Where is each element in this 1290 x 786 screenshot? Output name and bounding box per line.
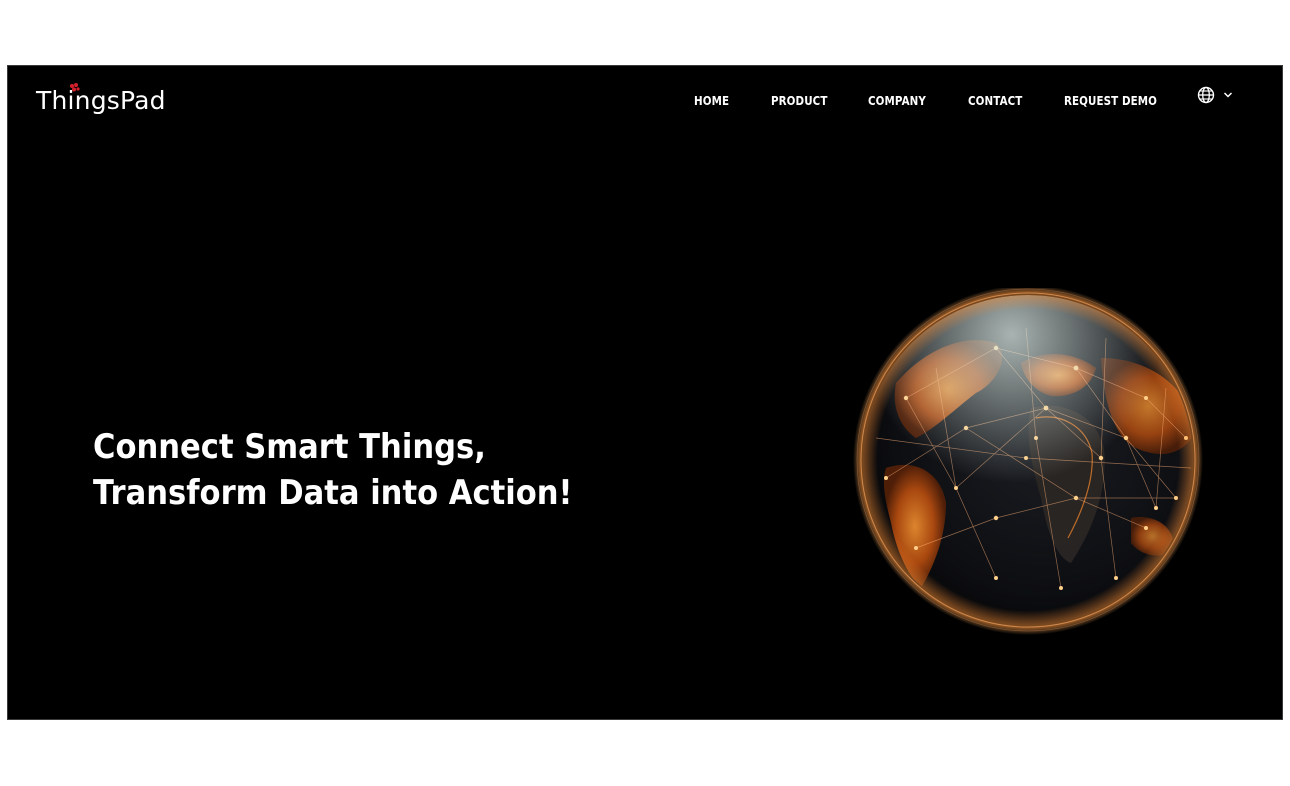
headline-line-1: Connect Smart Things, [93, 427, 486, 467]
logo-hexagon-icon [70, 83, 80, 92]
hero-section: ThingsPad HOME PRODUCT COMPANY CONTACT R… [7, 65, 1283, 720]
nav-home[interactable]: HOME [694, 94, 760, 108]
nav-product[interactable]: PRODUCT [771, 94, 854, 108]
main-nav: HOME PRODUCT COMPANY CONTACT REQUEST DEM… [694, 94, 1174, 108]
network-globe-image [853, 288, 1203, 635]
nav-contact[interactable]: CONTACT [968, 94, 1051, 108]
nav-request-demo[interactable]: REQUEST DEMO [1064, 94, 1159, 108]
globe-icon [1197, 86, 1215, 104]
language-selector[interactable] [1197, 86, 1233, 104]
logo-text: ThingsPad [36, 86, 166, 115]
logo[interactable]: ThingsPad [36, 83, 166, 115]
nav-company[interactable]: COMPANY [868, 94, 954, 108]
hero-headline: Connect Smart Things, Transform Data int… [93, 424, 572, 516]
chevron-down-icon [1223, 92, 1233, 98]
headline-line-2: Transform Data into Action! [93, 473, 573, 513]
